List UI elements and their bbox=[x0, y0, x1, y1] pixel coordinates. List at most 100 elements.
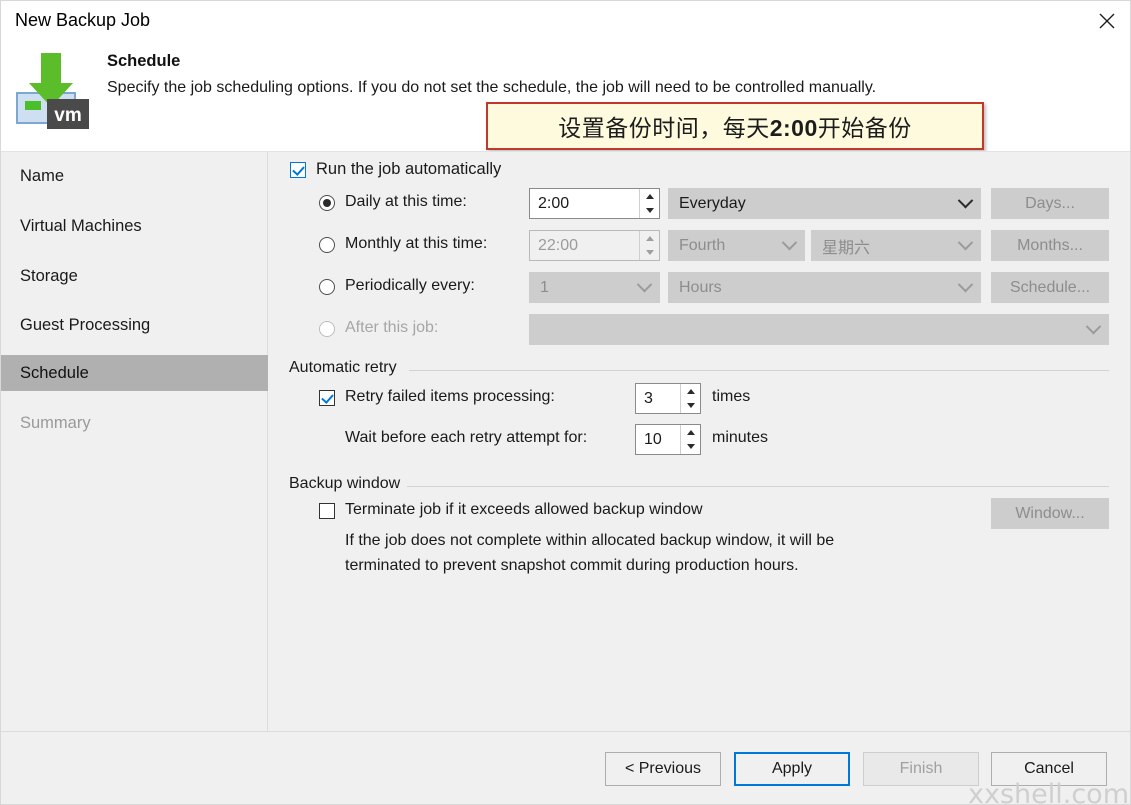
periodically-count-combo[interactable]: 1 bbox=[529, 272, 660, 303]
chevron-down-icon bbox=[636, 276, 652, 293]
daily-radio[interactable] bbox=[319, 195, 335, 211]
caret-up-icon bbox=[686, 388, 695, 394]
title-bar: New Backup Job bbox=[1, 1, 1130, 43]
monthly-day-value: 星期六 bbox=[822, 239, 871, 257]
wait-minutes-up-button[interactable] bbox=[681, 425, 700, 440]
monthly-time-spinner[interactable]: 22:00 bbox=[529, 230, 660, 261]
retry-times-down-button[interactable] bbox=[681, 399, 700, 414]
terminate-job-checkbox[interactable] bbox=[319, 503, 335, 519]
daily-frequency-combo[interactable]: Everyday bbox=[668, 188, 981, 219]
annotation-text-before: 设置备份时间，每天 bbox=[558, 115, 770, 141]
periodically-unit-value: Hours bbox=[679, 278, 722, 296]
daily-time-arrows[interactable] bbox=[639, 189, 659, 218]
chevron-down-icon bbox=[1085, 318, 1101, 335]
periodically-unit-combo[interactable]: Hours bbox=[668, 272, 981, 303]
finish-button: Finish bbox=[863, 752, 979, 786]
retry-failed-items-checkbox[interactable] bbox=[319, 390, 335, 406]
days-button: Days... bbox=[991, 188, 1109, 219]
chevron-down-icon bbox=[781, 234, 797, 251]
monthly-week-chevron[interactable] bbox=[774, 234, 804, 251]
terminate-job-label: Terminate job if it exceeds allowed back… bbox=[345, 501, 703, 518]
wait-minutes-arrows[interactable] bbox=[680, 425, 700, 454]
wait-minutes-value: 10 bbox=[644, 430, 662, 448]
sidebar-item-guest-processing[interactable]: Guest Processing bbox=[1, 307, 268, 343]
chevron-down-icon bbox=[957, 234, 973, 251]
retry-times-unit-label: times bbox=[712, 388, 751, 405]
monthly-day-chevron[interactable] bbox=[950, 234, 980, 251]
daily-frequency-value: Everyday bbox=[679, 194, 746, 212]
daily-label: Daily at this time: bbox=[345, 193, 467, 210]
automatic-retry-divider bbox=[409, 370, 1109, 371]
schedule-button: Schedule... bbox=[991, 272, 1109, 303]
caret-down-icon bbox=[645, 208, 654, 214]
periodically-unit-chevron[interactable] bbox=[950, 276, 980, 293]
sidebar-item-name[interactable]: Name bbox=[1, 158, 268, 194]
content-area: Name Virtual Machines Storage Guest Proc… bbox=[1, 151, 1130, 731]
monthly-time-value: 22:00 bbox=[538, 236, 579, 254]
sidebar-item-summary: Summary bbox=[20, 413, 91, 432]
monthly-time-up-button[interactable] bbox=[640, 231, 659, 246]
monthly-day-combo[interactable]: 星期六 bbox=[811, 230, 981, 261]
chevron-down-icon bbox=[957, 192, 973, 209]
periodically-radio[interactable] bbox=[319, 279, 335, 295]
previous-button[interactable]: < Previous bbox=[605, 752, 721, 786]
window-button: Window... bbox=[991, 498, 1109, 529]
run-automatically-checkbox[interactable] bbox=[290, 162, 306, 178]
after-this-job-chevron bbox=[1078, 318, 1108, 335]
annotation-text-after: 开始备份 bbox=[817, 115, 912, 141]
sidebar-item-storage[interactable]: Storage bbox=[1, 258, 268, 294]
monthly-week-combo[interactable]: Fourth bbox=[668, 230, 805, 261]
daily-time-spinner[interactable]: 2:00 bbox=[529, 188, 660, 219]
wait-minutes-down-button[interactable] bbox=[681, 440, 700, 455]
retry-times-arrows[interactable] bbox=[680, 384, 700, 413]
monthly-radio[interactable] bbox=[319, 237, 335, 253]
monthly-time-down-button[interactable] bbox=[640, 246, 659, 261]
daily-time-up-button[interactable] bbox=[640, 189, 659, 204]
automatic-retry-group-label: Automatic retry bbox=[289, 359, 404, 377]
backup-window-group-label: Backup window bbox=[289, 475, 408, 493]
caret-down-icon bbox=[686, 403, 695, 409]
page-description: Specify the job scheduling options. If y… bbox=[107, 79, 877, 96]
months-button: Months... bbox=[991, 230, 1109, 261]
apply-button[interactable]: Apply bbox=[734, 752, 850, 786]
new-backup-job-dialog: New Backup Job vm Schedule Specify the j… bbox=[0, 0, 1131, 805]
wizard-footer: < Previous Apply Finish Cancel xxshell.c… bbox=[1, 731, 1130, 805]
retry-times-up-button[interactable] bbox=[681, 384, 700, 399]
wait-minutes-spinner[interactable]: 10 bbox=[635, 424, 701, 455]
close-icon bbox=[1099, 13, 1115, 29]
vm-backup-icon: vm bbox=[11, 49, 91, 133]
watermark: xxshell.com bbox=[968, 779, 1129, 805]
monthly-time-arrows[interactable] bbox=[639, 231, 659, 260]
run-automatically-label: Run the job automatically bbox=[316, 160, 502, 178]
sidebar-item-virtual-machines[interactable]: Virtual Machines bbox=[1, 208, 268, 244]
annotation-text: 设置备份时间，每天2:00开始备份 bbox=[558, 109, 912, 143]
caret-up-icon bbox=[686, 429, 695, 435]
retry-times-spinner[interactable]: 3 bbox=[635, 383, 701, 414]
backup-window-description-line1: If the job does not complete within allo… bbox=[345, 532, 835, 549]
annotation-text-bold: 2:00 bbox=[769, 115, 818, 141]
after-this-job-combo bbox=[529, 314, 1109, 345]
periodically-count-value: 1 bbox=[540, 278, 549, 296]
periodically-label: Periodically every: bbox=[345, 277, 475, 294]
schedule-panel: Run the job automatically Daily at this … bbox=[269, 152, 1130, 731]
backup-window-description-line2: terminated to prevent snapshot commit du… bbox=[345, 557, 799, 574]
periodically-count-chevron[interactable] bbox=[629, 276, 659, 293]
close-button[interactable] bbox=[1082, 1, 1130, 41]
daily-frequency-chevron[interactable] bbox=[950, 192, 980, 209]
sidebar-item-schedule[interactable]: Schedule bbox=[1, 355, 268, 391]
svg-text:vm: vm bbox=[54, 105, 81, 126]
window-title: New Backup Job bbox=[15, 10, 151, 30]
daily-time-value: 2:00 bbox=[538, 194, 570, 212]
caret-up-icon bbox=[645, 235, 654, 241]
wait-before-retry-label: Wait before each retry attempt for: bbox=[345, 429, 588, 446]
after-this-job-label: After this job: bbox=[345, 319, 439, 336]
caret-down-icon bbox=[645, 250, 654, 256]
annotation-callout: 设置备份时间，每天2:00开始备份 bbox=[486, 102, 984, 150]
retry-times-value: 3 bbox=[644, 389, 653, 407]
monthly-week-value: Fourth bbox=[679, 236, 726, 254]
daily-time-down-button[interactable] bbox=[640, 204, 659, 219]
page-title: Schedule bbox=[107, 52, 181, 70]
after-this-job-radio bbox=[319, 321, 335, 337]
chevron-down-icon bbox=[957, 276, 973, 293]
wizard-sidebar: Name Virtual Machines Storage Guest Proc… bbox=[1, 152, 268, 731]
